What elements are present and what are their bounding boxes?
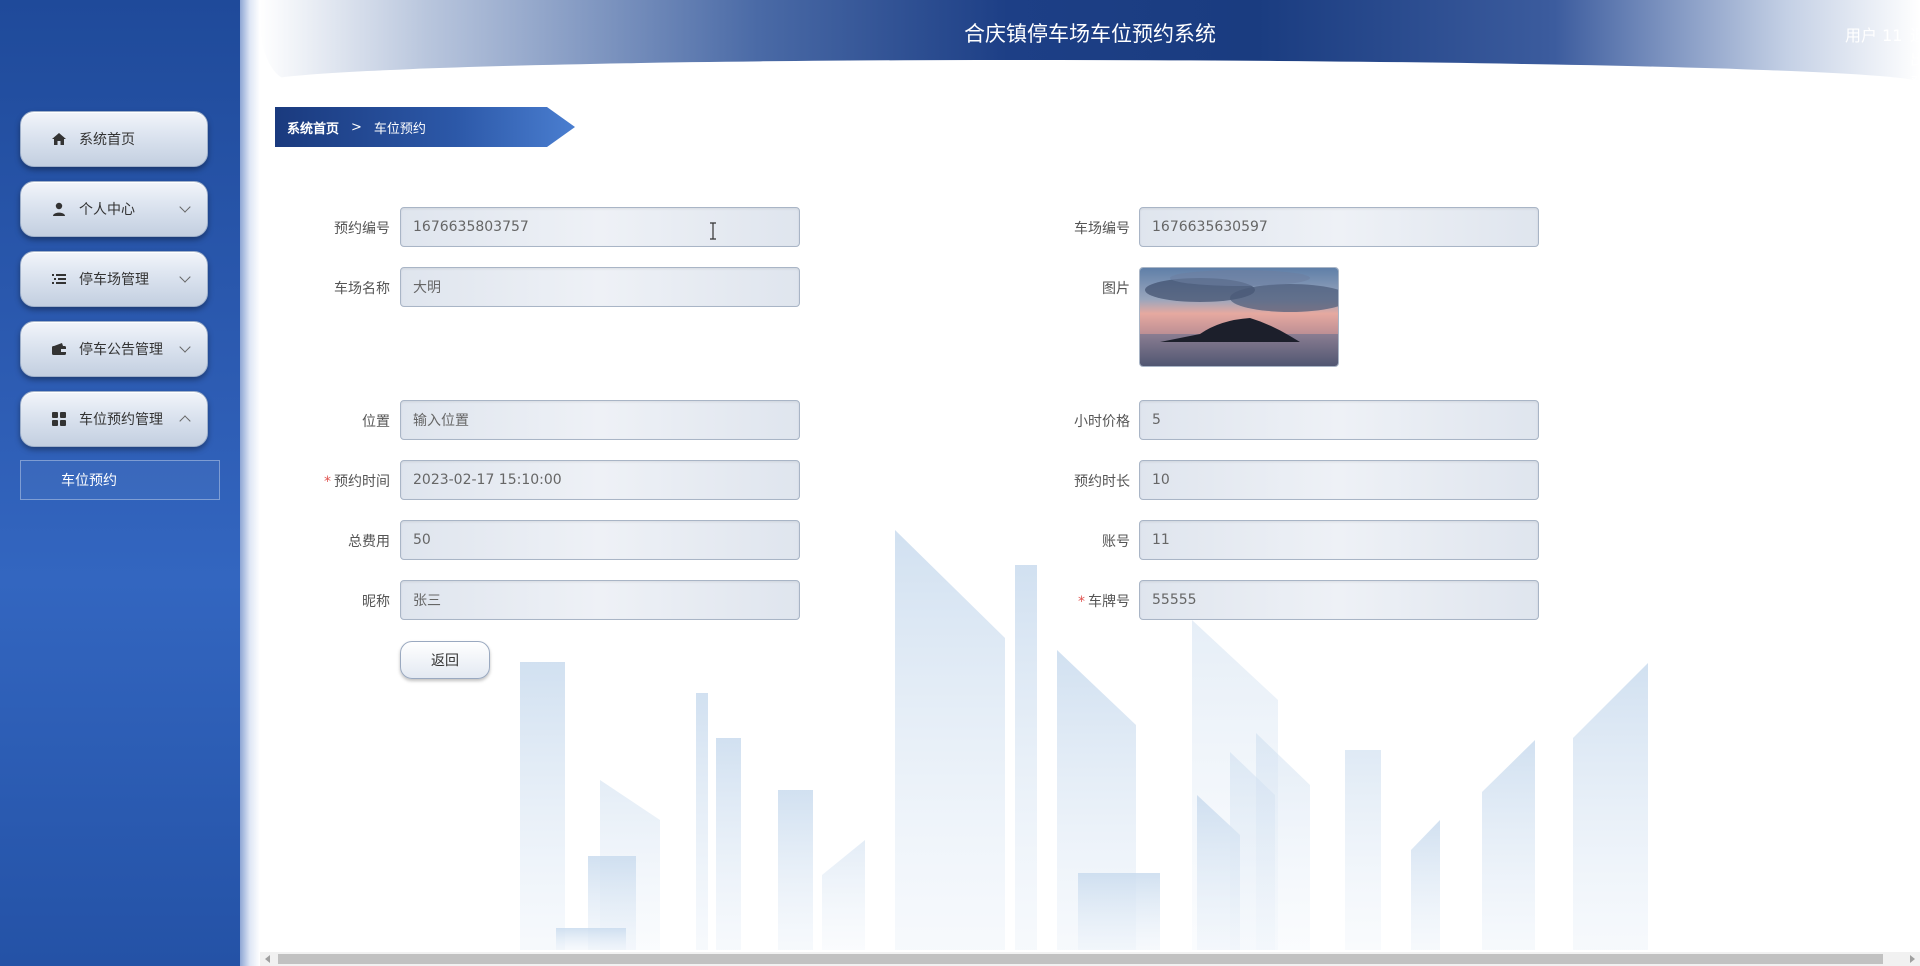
sidebar-item-personal-center[interactable]: 个人中心 — [20, 181, 208, 237]
sidebar-subitem-label: 车位预约 — [61, 473, 117, 489]
breadcrumb-current: 车位预约 — [373, 121, 426, 137]
plate-no-label: * 车牌号 — [1020, 591, 1130, 611]
sidebar-edge — [240, 0, 260, 966]
home-icon — [51, 131, 67, 147]
horizontal-scrollbar[interactable] — [260, 952, 1920, 966]
reservation-no-field[interactable]: 1676635803757 — [400, 207, 800, 247]
lot-name-label: 车场名称 — [334, 281, 390, 297]
plate-no-label-text: 车牌号 — [1088, 594, 1130, 610]
reservation-no-label: 预约编号 — [334, 221, 390, 237]
breadcrumb-separator: > — [351, 119, 362, 135]
current-user: 用户 11 — [1845, 26, 1903, 45]
nickname-label: 昵称 — [362, 594, 390, 610]
breadcrumb: 系统首页 > 车位预约 — [275, 107, 575, 147]
grid-icon — [51, 411, 67, 427]
location-field[interactable]: 输入位置 — [400, 400, 800, 440]
chevron-down-icon — [179, 271, 191, 283]
total-fee-field[interactable]: 50 — [400, 520, 800, 560]
image-label: 图片 — [1102, 281, 1130, 297]
chevron-up-icon — [179, 415, 191, 427]
app-title: 合庆镇停车场车位预约系统 — [964, 22, 1216, 46]
hourly-price-field[interactable]: 5 — [1139, 400, 1539, 440]
sidebar-item-parking-lot-management[interactable]: 停车场管理 — [20, 251, 208, 307]
plate-no-field[interactable]: 55555 — [1139, 580, 1539, 620]
sidebar-item-label: 车位预约管理 — [79, 412, 163, 428]
required-marker: * — [1078, 594, 1085, 610]
reserve-time-label: * 预约时间 — [280, 471, 390, 491]
sidebar-item-label: 个人中心 — [79, 202, 135, 218]
sidebar-subitem-reservation[interactable]: 车位预约 — [20, 460, 220, 500]
lot-photo-image — [1140, 268, 1338, 366]
breadcrumb-home-link[interactable]: 系统首页 — [287, 118, 339, 137]
lot-no-label: 车场编号 — [1074, 221, 1130, 237]
user-icon — [51, 201, 67, 217]
duration-field[interactable]: 10 — [1139, 460, 1539, 500]
list-icon — [51, 271, 67, 287]
duration-label: 预约时长 — [1074, 474, 1130, 490]
text-cursor-icon — [710, 222, 716, 240]
lot-photo — [1139, 267, 1339, 367]
required-marker: * — [324, 474, 331, 490]
logout-link[interactable]: 退出登录 — [1910, 22, 1920, 80]
sidebar-item-label: 停车公告管理 — [79, 342, 163, 358]
account-label: 账号 — [1102, 534, 1130, 550]
lot-name-field[interactable]: 大明 — [400, 267, 800, 307]
location-label: 位置 — [362, 414, 390, 430]
hourly-price-label: 小时价格 — [1074, 414, 1130, 430]
nickname-field[interactable]: 张三 — [400, 580, 800, 620]
sidebar-item-home[interactable]: 系统首页 — [20, 111, 208, 167]
scroll-right-icon[interactable] — [1910, 955, 1915, 963]
scroll-left-icon[interactable] — [265, 955, 270, 963]
chevron-down-icon — [179, 201, 191, 213]
chevron-down-icon — [179, 341, 191, 353]
sidebar-item-label: 停车场管理 — [79, 272, 149, 288]
sidebar-item-reservation-management[interactable]: 车位预约管理 — [20, 391, 208, 447]
reserve-time-label-text: 预约时间 — [334, 474, 390, 490]
back-button[interactable]: 返回 — [400, 641, 490, 679]
sidebar-item-parking-notice-management[interactable]: 停车公告管理 — [20, 321, 208, 377]
account-field[interactable]: 11 — [1139, 520, 1539, 560]
total-fee-label: 总费用 — [348, 534, 390, 550]
scrollbar-thumb[interactable] — [278, 954, 1883, 964]
lot-no-field[interactable]: 1676635630597 — [1139, 207, 1539, 247]
sidebar-item-label: 系统首页 — [79, 132, 135, 148]
reserve-time-field[interactable]: 2023-02-17 15:10:00 — [400, 460, 800, 500]
wallet-icon — [51, 341, 67, 357]
